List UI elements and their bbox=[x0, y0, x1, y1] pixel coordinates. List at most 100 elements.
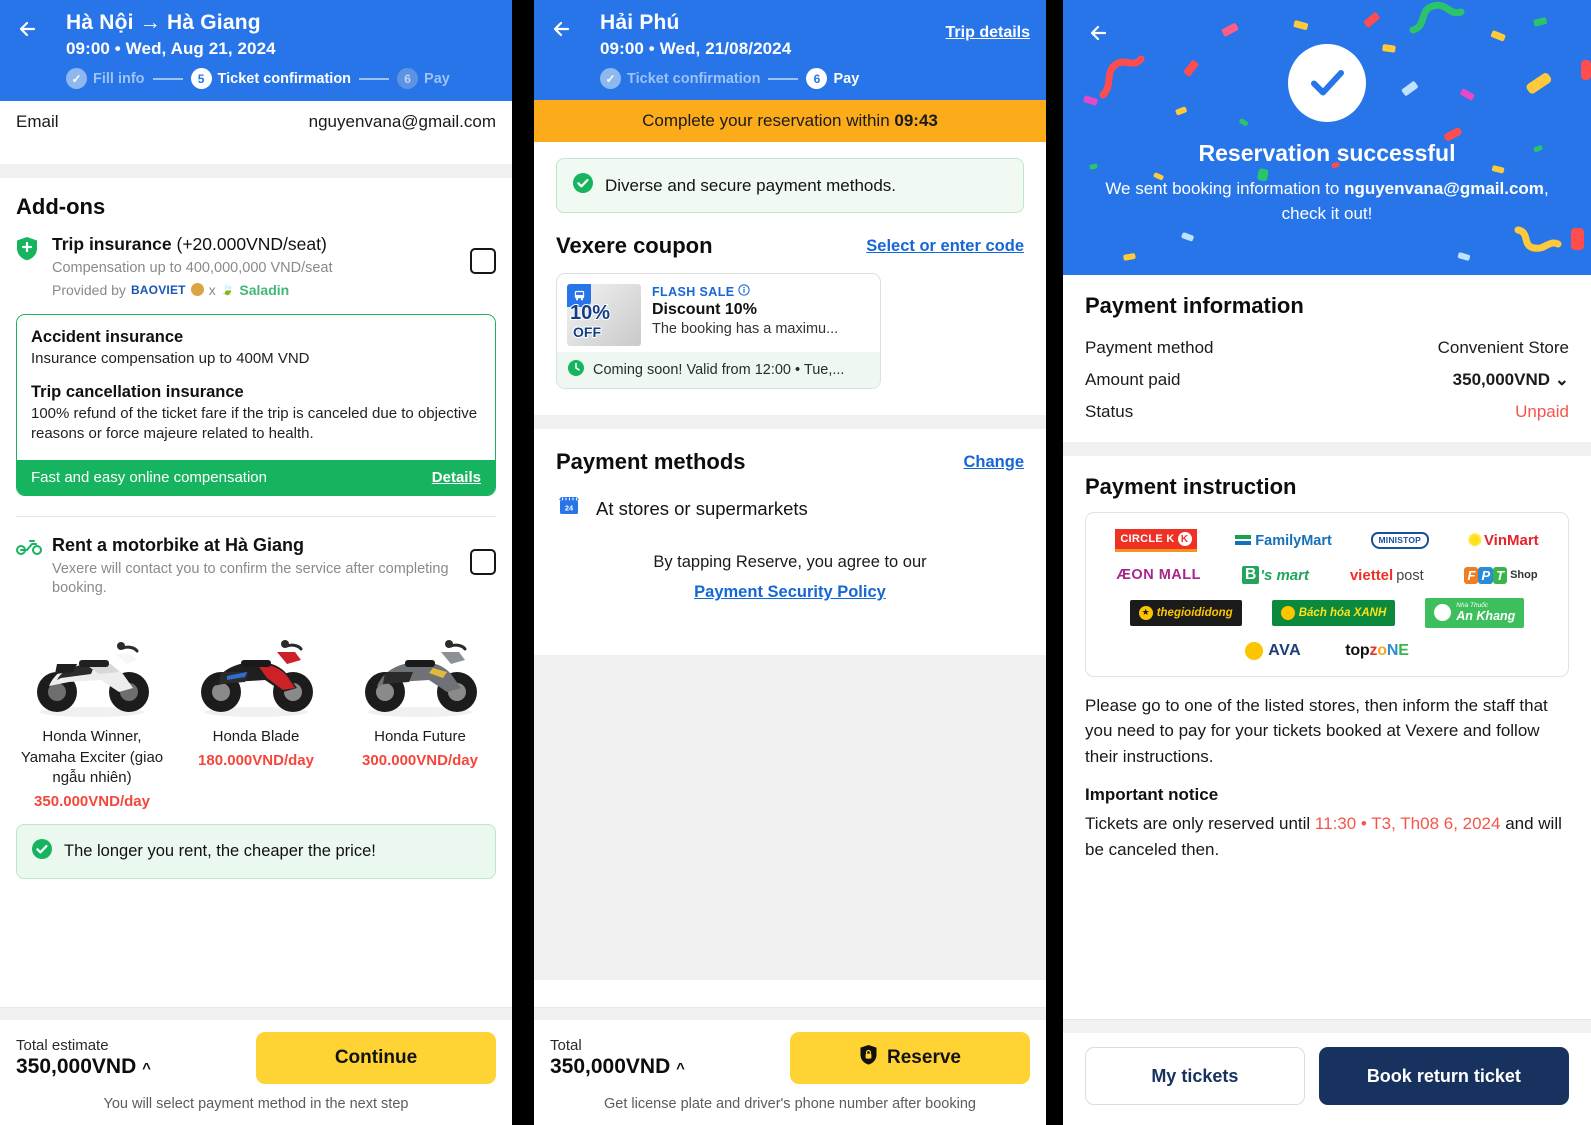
payment-method-label: Payment method bbox=[1085, 338, 1214, 357]
coupon-title: Vexere coupon bbox=[556, 233, 713, 259]
motorbike-option[interactable]: Honda Blade 180.000VND/day bbox=[174, 609, 338, 810]
motorbike-name: Honda Winner, Yamaha Exciter (giao ngẫu … bbox=[20, 728, 164, 787]
ministop-logo: MINI STOP bbox=[1370, 531, 1430, 550]
insurance-details-link[interactable]: Details bbox=[432, 469, 481, 486]
baoviet-logo: BAOVIET bbox=[130, 282, 186, 297]
step-indicator: ✓ Fill info 5 Ticket confirmation 6 Pay bbox=[66, 68, 498, 90]
bach-hoa-xanh-logo: Bách hóa XANH bbox=[1271, 599, 1396, 626]
trip-insurance-row[interactable]: Trip insurance (+20.000VND/seat) Compens… bbox=[0, 220, 512, 302]
email-value: nguyenvana@gmail.com bbox=[308, 112, 496, 132]
payment-security-policy-link[interactable]: Payment Security Policy bbox=[694, 580, 886, 606]
back-arrow-icon[interactable] bbox=[14, 14, 44, 44]
timer-value: 09:43 bbox=[894, 111, 938, 131]
store-logo-row: CIRCLE KK FamilyMart MINI STOP ✺ VinMart bbox=[1096, 529, 1558, 552]
aeon-mall-logo: ÆON MALL bbox=[1116, 567, 1201, 583]
change-payment-method-link[interactable]: Change bbox=[963, 453, 1024, 472]
selected-payment-method[interactable]: 24 At stores or supermarkets bbox=[534, 475, 1046, 524]
three-panel-screenshot: Hà Nội → Hà Giang 09:00 • Wed, Aug 21, 2… bbox=[0, 0, 1591, 1125]
step-badge: 5 bbox=[190, 68, 212, 90]
panel2-footer: Total 350,000VND ^ Reserve Get license p… bbox=[534, 1007, 1046, 1125]
section-divider bbox=[534, 415, 1046, 430]
book-return-ticket-button[interactable]: Book return ticket bbox=[1318, 1047, 1569, 1105]
agreement-prefix: By tapping Reserve, you agree to our bbox=[653, 553, 927, 572]
continue-button[interactable]: Continue bbox=[256, 1032, 496, 1084]
panel2-footer-note: Get license plate and driver's phone num… bbox=[604, 1096, 976, 1112]
panel1-footer: Total estimate 350,000VND ^ Continue You… bbox=[0, 1007, 512, 1125]
timer-prefix: Complete your reservation within bbox=[642, 111, 895, 131]
chevron-down-icon[interactable]: ⌄ bbox=[1555, 370, 1569, 389]
coupon-tag-label: FLASH SALE bbox=[652, 284, 735, 299]
status-row: Status Unpaid bbox=[1085, 396, 1569, 428]
step-label: Fill info bbox=[93, 70, 145, 87]
payment-information-title: Payment information bbox=[1085, 293, 1304, 318]
amount-paid-amount: 350,000VND bbox=[1452, 370, 1551, 389]
motorbike-name: Honda Future bbox=[374, 728, 466, 745]
motorbike-checkbox[interactable] bbox=[470, 548, 496, 575]
payment-instruction-header: Payment instruction bbox=[1063, 456, 1591, 512]
success-sub-prefix: We sent booking information to bbox=[1105, 179, 1345, 198]
motorbike-option[interactable]: Honda Winner, Yamaha Exciter (giao ngẫu … bbox=[10, 609, 174, 810]
step-pay[interactable]: 6 Pay bbox=[806, 68, 859, 90]
step-badge: 6 bbox=[397, 68, 419, 90]
total-amount: 350,000VND bbox=[16, 1055, 137, 1078]
select-or-enter-code-link[interactable]: Select or enter code bbox=[866, 237, 1024, 256]
step-fill-info[interactable]: ✓ Fill info bbox=[66, 68, 145, 90]
motorbike-photo-winner bbox=[14, 609, 170, 719]
info-icon[interactable] bbox=[738, 284, 751, 299]
check-badge-icon bbox=[572, 172, 594, 199]
trip-insurance-checkbox[interactable] bbox=[470, 248, 496, 275]
change-link-label: Change bbox=[963, 452, 1024, 471]
reserve-button[interactable]: Reserve bbox=[790, 1032, 1030, 1084]
footer-divider bbox=[1063, 1019, 1591, 1033]
step-pay[interactable]: 6 Pay bbox=[397, 68, 450, 90]
payment-methods-header: Payment methods Change bbox=[534, 429, 1046, 475]
step-divider bbox=[152, 77, 183, 80]
svg-text:24: 24 bbox=[565, 504, 574, 513]
step-ticket-confirmation[interactable]: 5 Ticket confirmation bbox=[190, 68, 351, 90]
circle-k-logo: CIRCLE KK bbox=[1115, 529, 1197, 552]
confetti-decoration bbox=[1083, 1, 1591, 261]
coupon-thumbnail: 10% OFF bbox=[567, 284, 641, 347]
coupon-card[interactable]: 10% OFF FLASH SALE Discount 10% The book… bbox=[556, 273, 881, 390]
chevron-up-icon[interactable]: ^ bbox=[142, 1060, 151, 1077]
chevron-up-icon[interactable]: ^ bbox=[676, 1060, 685, 1077]
important-notice-text: Tickets are only reserved until 11:30 • … bbox=[1063, 805, 1591, 862]
check-badge-icon bbox=[31, 838, 53, 865]
total-estimate-block[interactable]: Total estimate 350,000VND ^ bbox=[16, 1037, 151, 1079]
store-icon: 24 bbox=[556, 493, 582, 524]
success-email: nguyenvana@gmail.com bbox=[1344, 179, 1544, 198]
my-tickets-button[interactable]: My tickets bbox=[1085, 1047, 1305, 1105]
motorbike-rental-row[interactable]: Rent a motorbike at Hà Giang Vexere will… bbox=[0, 517, 512, 603]
total-estimate-label: Total estimate bbox=[16, 1037, 109, 1054]
step-ticket-confirmation[interactable]: ✓ Ticket confirmation bbox=[600, 68, 760, 90]
step-badge: ✓ bbox=[600, 68, 621, 90]
secure-payment-text: Diverse and secure payment methods. bbox=[605, 175, 897, 195]
motorbike-price: 180.000VND/day bbox=[198, 751, 314, 769]
total-amount: 350,000VND bbox=[550, 1055, 671, 1078]
coupon-desc: The booking has a maximu... bbox=[652, 321, 839, 338]
trip-insurance-name: Trip insurance bbox=[52, 234, 172, 255]
amount-paid-row[interactable]: Amount paid 350,000VND ⌄ bbox=[1085, 364, 1569, 396]
notice-prefix: Tickets are only reserved until bbox=[1085, 814, 1315, 834]
trip-datetime: 09:00 • Wed, Aug 21, 2024 bbox=[66, 39, 276, 59]
motorbike-desc: Vexere will contact you to confirm the s… bbox=[52, 560, 449, 597]
shield-icon bbox=[16, 234, 46, 266]
secure-payment-note: Diverse and secure payment methods. bbox=[556, 158, 1024, 214]
payment-method-row: Payment method Convenient Store bbox=[1085, 332, 1569, 364]
trip-details-link[interactable]: Trip details bbox=[946, 24, 1030, 42]
total-block[interactable]: Total 350,000VND ^ bbox=[550, 1037, 685, 1079]
motorbike-option[interactable]: Honda Future 300.000VND/day bbox=[338, 609, 502, 810]
empty-area bbox=[534, 655, 1046, 980]
store-logos-box: CIRCLE KK FamilyMart MINI STOP ✺ VinMart Æ… bbox=[1085, 512, 1569, 677]
store-logo-row: AVA top z o N E bbox=[1096, 641, 1558, 660]
coupon-off-label: OFF bbox=[572, 323, 602, 341]
rent-longer-text: The longer you rent, the cheaper the pri… bbox=[64, 842, 376, 861]
viettel-post-logo: viettel post bbox=[1349, 566, 1424, 584]
reservation-timer-banner: Complete your reservation within 09:43 bbox=[534, 100, 1046, 143]
back-arrow-icon[interactable] bbox=[548, 14, 578, 44]
step-label: Pay bbox=[424, 70, 450, 87]
section-divider bbox=[0, 164, 512, 179]
bs-mart-logo: B's mart bbox=[1241, 566, 1309, 584]
total-label: Total bbox=[550, 1037, 582, 1054]
status-badge: Unpaid bbox=[1515, 402, 1569, 421]
